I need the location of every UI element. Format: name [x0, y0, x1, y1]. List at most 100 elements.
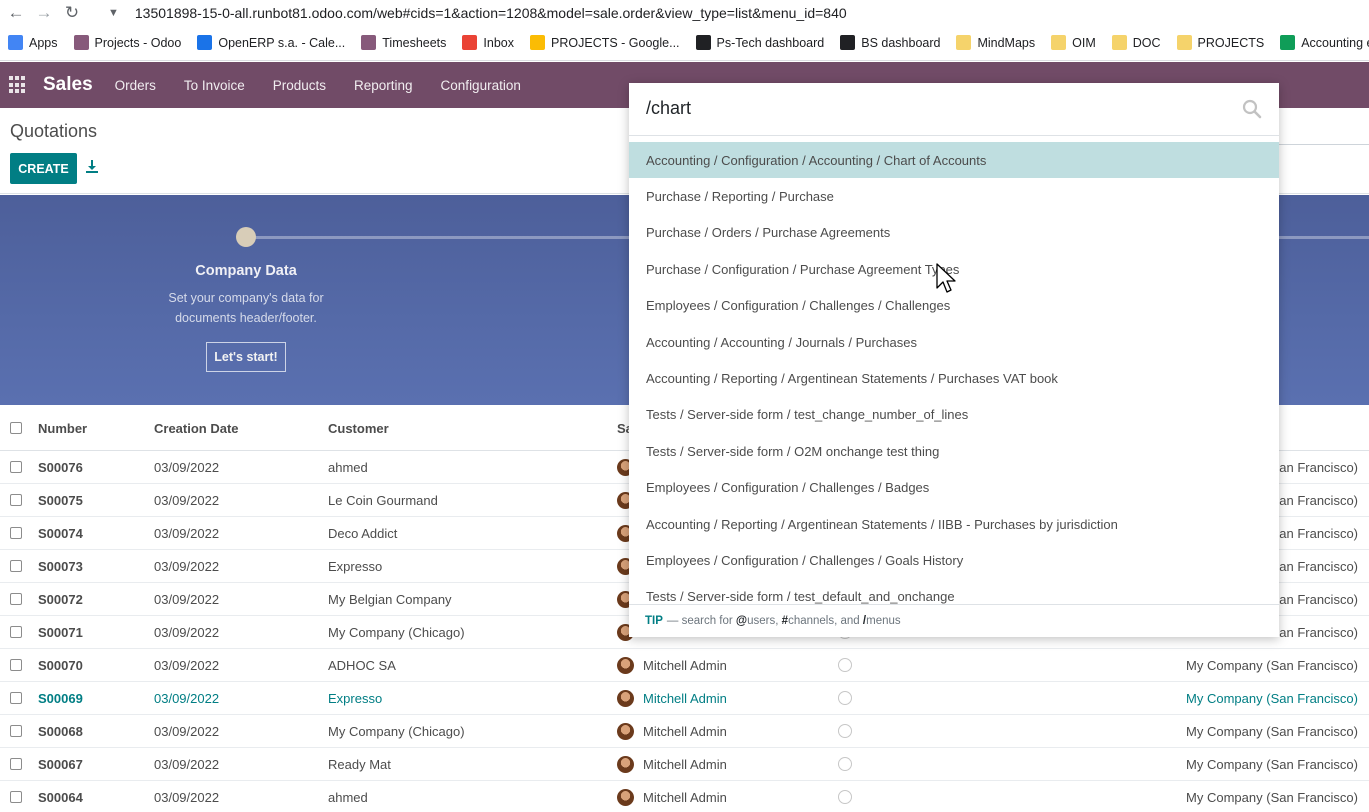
palette-result-item[interactable]: Accounting / Reporting / Argentinean Sta… — [629, 506, 1279, 542]
palette-result-item[interactable]: Employees / Configuration / Challenges /… — [629, 470, 1279, 506]
menu-products[interactable]: Products — [273, 78, 326, 93]
search-icon — [1242, 99, 1262, 119]
bookmark-icon — [462, 35, 478, 50]
cell-company: My Company (San Francisco) — [1186, 691, 1358, 706]
bookmark-item[interactable]: Accounting expert — [1280, 35, 1369, 50]
bookmarks-bar: Apps Projects - Odoo OpenERP s.a. - Cale..… — [0, 25, 1369, 61]
onboarding-step-description: Set your company's data for documents he… — [168, 291, 324, 325]
row-checkbox[interactable] — [10, 593, 22, 605]
bookmark-item[interactable]: PROJECTS — [1176, 35, 1264, 50]
row-checkbox[interactable] — [10, 461, 22, 473]
cell-number: S00076 — [38, 460, 83, 475]
search-input[interactable] — [1279, 115, 1369, 145]
address-bar[interactable]: ▼ 13501898-15-0-all.runbot81.odoo.com/we… — [108, 0, 847, 25]
activity-clock-icon[interactable] — [838, 757, 852, 771]
column-customer[interactable]: Customer — [328, 421, 389, 436]
palette-result-item[interactable]: Purchase / Reporting / Purchase — [629, 178, 1279, 214]
bookmark-label: PROJECTS - Google... — [551, 35, 680, 50]
menu-orders[interactable]: Orders — [115, 78, 156, 93]
column-creation-date[interactable]: Creation Date — [154, 421, 239, 436]
app-brand[interactable]: Sales — [43, 74, 93, 96]
table-row[interactable]: S00067 03/09/2022 Ready Mat Mitchell Admin M… — [0, 748, 1369, 781]
bookmark-item[interactable]: Ps-Tech dashboard — [695, 35, 825, 50]
bookmark-item[interactable]: Projects - Odoo — [73, 35, 182, 50]
activity-clock-icon[interactable] — [838, 658, 852, 672]
palette-result-item[interactable]: Tests / Server-side form / test_change_n… — [629, 397, 1279, 433]
cell-company: My Company (San Francisco) — [1186, 724, 1358, 739]
cell-number: S00075 — [38, 493, 83, 508]
bookmark-label: OpenERP s.a. - Cale... — [218, 35, 346, 50]
cell-company: an Francisco) — [1279, 526, 1358, 541]
row-checkbox[interactable] — [10, 494, 22, 506]
menu-to-invoice[interactable]: To Invoice — [184, 78, 245, 93]
activity-clock-icon[interactable] — [838, 724, 852, 738]
palette-result-item[interactable]: Accounting / Reporting / Argentinean Sta… — [629, 360, 1279, 396]
bookmark-item[interactable]: OpenERP s.a. - Cale... — [197, 35, 345, 50]
bookmark-item[interactable]: PROJECTS - Google... — [530, 35, 680, 50]
bookmark-label: BS dashboard — [861, 35, 941, 50]
palette-results: Accounting / Configuration / Accounting … — [629, 142, 1279, 604]
bookmark-label: Ps-Tech dashboard — [716, 35, 825, 50]
row-checkbox[interactable] — [10, 758, 22, 770]
tip-users-text: users, — [747, 615, 779, 627]
cell-customer: Expresso — [328, 691, 383, 706]
bookmark-item[interactable]: OIM — [1051, 35, 1096, 50]
activity-clock-icon[interactable] — [838, 790, 852, 804]
row-checkbox[interactable] — [10, 626, 22, 638]
row-checkbox[interactable] — [10, 527, 22, 539]
reload-icon[interactable]: ↻ — [58, 0, 86, 25]
chevron-down-icon[interactable]: ▼ — [108, 7, 119, 19]
cell-company: My Company (San Francisco) — [1186, 790, 1358, 805]
create-button[interactable]: CREATE — [10, 153, 77, 184]
lets-start-button[interactable]: Let's start! — [206, 342, 286, 372]
cell-creation-date: 03/09/2022 — [154, 460, 220, 475]
forward-icon[interactable]: → — [30, 0, 58, 25]
page-title: Quotations — [10, 121, 98, 141]
palette-result-item[interactable]: Tests / Server-side form / O2M onchange … — [629, 433, 1279, 469]
bookmark-label: Projects - Odoo — [94, 35, 182, 50]
bookmark-item[interactable]: MindMaps — [956, 35, 1035, 50]
bookmark-icon — [840, 35, 856, 50]
cell-company: an Francisco) — [1279, 460, 1358, 475]
row-checkbox[interactable] — [10, 560, 22, 572]
tip-menus-text: menus — [866, 615, 901, 627]
palette-result-item[interactable]: Accounting / Accounting / Journals / Pur… — [629, 324, 1279, 360]
apps-menu-icon[interactable] — [9, 76, 27, 94]
bookmark-icon — [197, 35, 213, 50]
download-icon[interactable] — [86, 160, 98, 176]
menu-configuration[interactable]: Configuration — [441, 78, 521, 93]
bookmark-icon — [956, 35, 972, 50]
bookmark-item[interactable]: DOC — [1111, 35, 1161, 50]
palette-result-item[interactable]: Accounting / Configuration / Accounting … — [629, 142, 1279, 179]
column-number[interactable]: Number — [38, 421, 87, 436]
table-row[interactable]: S00068 03/09/2022 My Company (Chicago) Mitc… — [0, 715, 1369, 748]
bookmark-item[interactable]: Apps — [8, 35, 58, 50]
select-all-checkbox[interactable] — [10, 422, 22, 434]
cell-number: S00072 — [38, 592, 83, 607]
back-icon[interactable]: ← — [2, 0, 30, 25]
bookmark-item[interactable]: Timesheets — [361, 35, 446, 50]
bookmark-item[interactable]: Inbox — [462, 35, 514, 50]
row-checkbox[interactable] — [10, 791, 22, 803]
cell-salesperson: Mitchell Admin — [643, 658, 727, 673]
activity-clock-icon[interactable] — [838, 691, 852, 705]
palette-result-item[interactable]: Tests / Server-side form / test_default_… — [629, 579, 1279, 604]
palette-search-bar: /chart — [629, 83, 1279, 136]
row-checkbox[interactable] — [10, 659, 22, 671]
palette-result-item[interactable]: Purchase / Orders / Purchase Agreements — [629, 215, 1279, 251]
palette-result-item[interactable]: Employees / Configuration / Challenges /… — [629, 542, 1279, 578]
row-checkbox[interactable] — [10, 725, 22, 737]
cell-salesperson: Mitchell Admin — [643, 691, 727, 706]
avatar — [617, 690, 634, 707]
row-checkbox[interactable] — [10, 692, 22, 704]
cell-creation-date: 03/09/2022 — [154, 526, 220, 541]
mouse-cursor-icon — [936, 263, 956, 293]
table-row[interactable]: S00064 03/09/2022 ahmed Mitchell Admin My Co… — [0, 781, 1369, 812]
onboarding-step-title: Company Data — [195, 263, 297, 279]
cell-number: S00070 — [38, 658, 83, 673]
table-row[interactable]: S00070 03/09/2022 ADHOC SA Mitchell Admin My… — [0, 649, 1369, 682]
bookmark-item[interactable]: BS dashboard — [840, 35, 940, 50]
menu-reporting[interactable]: Reporting — [354, 78, 413, 93]
table-row[interactable]: S00069 03/09/2022 Expresso Mitchell Admin My… — [0, 682, 1369, 715]
palette-search-input[interactable]: /chart — [646, 98, 691, 119]
